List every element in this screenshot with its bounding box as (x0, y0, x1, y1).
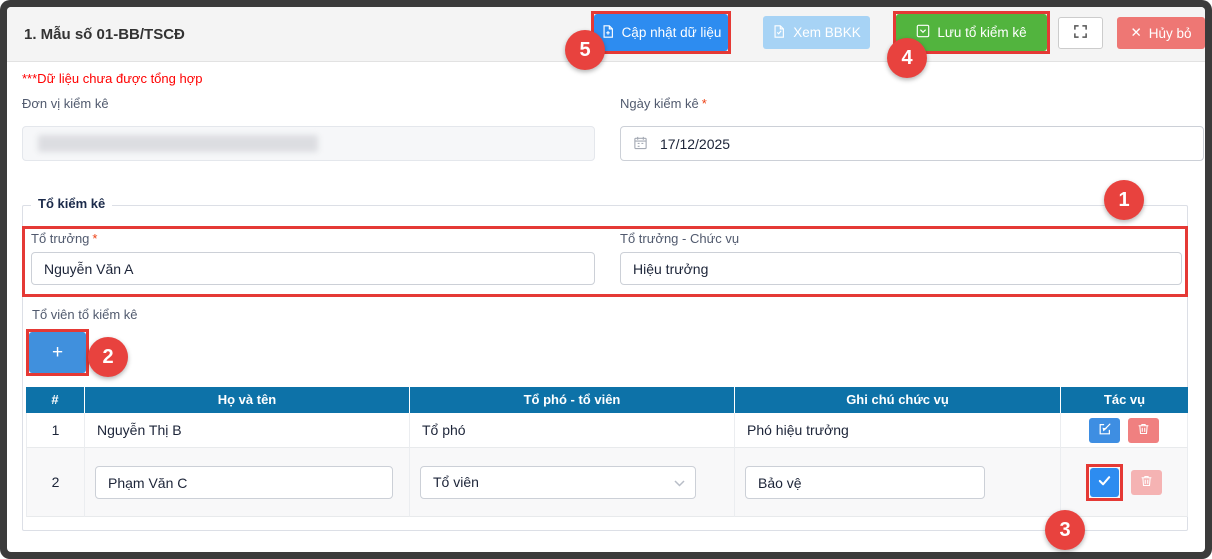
calendar-icon (633, 135, 648, 153)
screenshot-frame: 1. Mẫu số 01-BB/TSCĐ Cập nhật dữ liệu Xe… (0, 0, 1212, 559)
header-name: Họ và tên (85, 387, 410, 413)
edit-member-button[interactable] (1089, 418, 1120, 443)
trash-icon (1137, 422, 1150, 439)
plus-icon: + (52, 342, 63, 364)
annotation-box-add: + (26, 329, 89, 376)
member-role-value: Tổ viên (433, 474, 479, 490)
trash-icon (1140, 474, 1153, 491)
row-name: Nguyễn Thị B (85, 413, 410, 448)
update-data-button[interactable]: Cập nhật dữ liệu (594, 14, 728, 51)
members-section-label: Tổ viên tổ kiểm kê (32, 307, 138, 322)
expand-icon (1073, 24, 1088, 42)
save-icon (916, 24, 930, 41)
member-role-select[interactable]: Tổ viên (420, 466, 696, 499)
view-bbkk-button[interactable]: Xem BBKK (763, 16, 870, 49)
table-row: 1 Nguyễn Thị B Tổ phó Phó hiệu trưởng (26, 413, 1188, 448)
row-index: 2 (26, 448, 85, 517)
inventory-date-input[interactable]: 17/12/2025 (620, 126, 1204, 161)
row-note: Phó hiệu trưởng (735, 413, 1061, 448)
redacted-unit-value (38, 135, 318, 152)
annotation-step-1: 1 (1104, 180, 1144, 220)
page-title: 1. Mẫu số 01-BB/TSCĐ (24, 7, 185, 62)
delete-member-button-disabled[interactable] (1131, 470, 1162, 495)
annotation-step-3: 3 (1045, 510, 1085, 550)
row-role: Tổ phó (410, 413, 735, 448)
document-plus-icon (601, 24, 615, 42)
save-team-label: Lưu tổ kiểm kê (937, 25, 1026, 40)
inventory-date-value: 17/12/2025 (660, 136, 730, 152)
leader-label: Tổ trưởng* (31, 231, 97, 246)
annotation-step-4: 4 (887, 38, 927, 78)
annotation-step-5: 5 (565, 30, 605, 70)
team-group-legend: Tổ kiểm kê (31, 196, 112, 211)
row-actions (1061, 413, 1188, 448)
table-header-row: # Họ và tên Tổ phó - tổ viên Ghi chú chứ… (26, 387, 1188, 413)
confirm-member-button[interactable] (1090, 468, 1119, 497)
inventory-date-label: Ngày kiểm kê* (620, 96, 707, 111)
document-check-icon (772, 24, 786, 42)
table-row-editing: 2 Tổ viên (26, 448, 1188, 517)
member-note-input[interactable] (745, 466, 985, 499)
fullscreen-button[interactable] (1058, 17, 1103, 49)
cancel-button[interactable]: ✕ Hủy bỏ (1117, 17, 1205, 49)
add-member-button[interactable]: + (29, 332, 86, 373)
leader-title-input[interactable] (620, 252, 1182, 285)
annotation-box-confirm (1086, 464, 1123, 501)
required-asterisk: * (702, 96, 707, 111)
header-index: # (26, 387, 85, 413)
update-data-label: Cập nhật dữ liệu (622, 25, 722, 40)
annotation-step-2: 2 (88, 337, 128, 377)
header-role: Tổ phó - tổ viên (410, 387, 735, 413)
leader-title-label: Tổ trưởng - Chức vụ (620, 231, 739, 246)
row-actions (1061, 448, 1188, 517)
annotation-box-update: Cập nhật dữ liệu (591, 11, 731, 54)
header-note: Ghi chú chức vụ (735, 387, 1061, 413)
view-bbkk-label: Xem BBKK (793, 25, 861, 40)
check-icon (1097, 473, 1112, 491)
close-icon: ✕ (1130, 25, 1141, 41)
card-header: 1. Mẫu số 01-BB/TSCĐ Cập nhật dữ liệu Xe… (7, 7, 1205, 62)
row-index: 1 (26, 413, 85, 448)
required-asterisk: * (92, 231, 97, 246)
pencil-square-icon (1098, 422, 1112, 439)
not-aggregated-warning: ***Dữ liệu chưa được tổng hợp (22, 71, 202, 86)
leader-name-input[interactable] (31, 252, 595, 285)
members-table: # Họ và tên Tổ phó - tổ viên Ghi chú chứ… (26, 387, 1188, 517)
header-actions: Tác vụ (1061, 387, 1188, 413)
delete-member-button[interactable] (1128, 418, 1159, 443)
unit-label: Đơn vị kiểm kê (22, 96, 109, 111)
cancel-label: Hủy bỏ (1149, 26, 1192, 41)
member-name-input[interactable] (95, 466, 393, 499)
